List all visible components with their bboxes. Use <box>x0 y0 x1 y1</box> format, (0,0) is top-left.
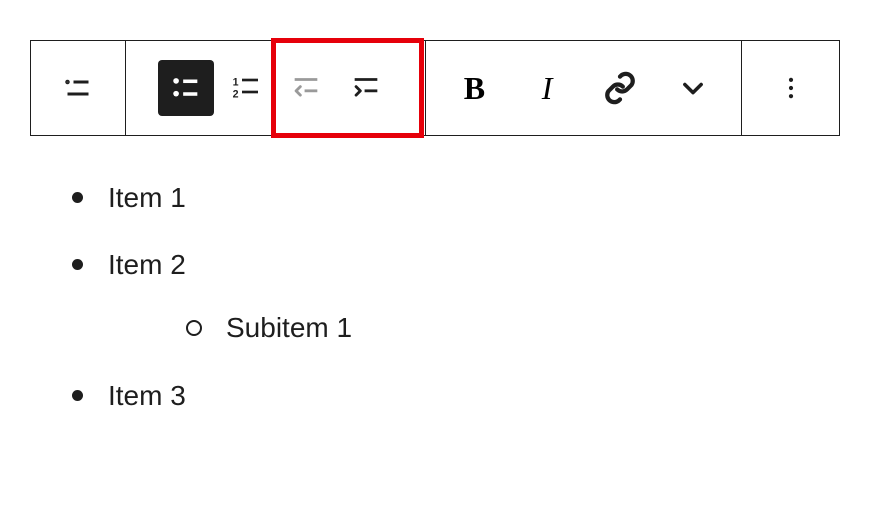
bulleted-list: Item 1 Item 2 Subitem 1 Item 3 <box>66 178 854 415</box>
more-rich-text-button[interactable] <box>665 60 721 116</box>
unordered-list-button[interactable] <box>158 60 214 116</box>
more-vertical-icon <box>777 74 805 102</box>
toolbar-group-list-controls: 1 2 <box>126 41 426 135</box>
outdent-button[interactable] <box>278 60 334 116</box>
list-item-text: Item 1 <box>108 182 186 213</box>
options-button[interactable] <box>763 60 819 116</box>
toolbar-group-options <box>742 41 839 135</box>
bold-button[interactable]: B <box>446 60 502 116</box>
chevron-down-icon <box>679 74 707 102</box>
outdent-icon <box>289 71 323 105</box>
svg-text:1: 1 <box>232 76 238 88</box>
bold-icon: B <box>464 70 485 107</box>
link-button[interactable] <box>592 60 648 116</box>
list-block-icon <box>60 70 96 106</box>
toolbar-group-formatting: B I <box>426 41 742 135</box>
list-item[interactable]: Item 2 Subitem 1 <box>66 245 854 347</box>
link-icon <box>603 71 637 105</box>
indent-icon <box>349 71 383 105</box>
list-item[interactable]: Subitem 1 <box>108 308 854 347</box>
indent-button[interactable] <box>338 60 394 116</box>
bullet-list-icon <box>169 71 203 105</box>
list-item[interactable]: Item 3 <box>66 376 854 415</box>
list-block-content[interactable]: Item 1 Item 2 Subitem 1 Item 3 <box>30 178 854 415</box>
toolbar-group-block-type <box>31 41 126 135</box>
ordered-list-button[interactable]: 1 2 <box>218 60 274 116</box>
list-item-text: Subitem 1 <box>226 312 352 343</box>
italic-icon: I <box>542 70 553 107</box>
list-item[interactable]: Item 1 <box>66 178 854 217</box>
numbered-list-icon: 1 2 <box>230 72 262 104</box>
nested-list: Subitem 1 <box>108 308 854 347</box>
italic-button[interactable]: I <box>519 60 575 116</box>
block-type-button[interactable] <box>50 60 106 116</box>
list-item-text: Item 3 <box>108 380 186 411</box>
svg-text:2: 2 <box>232 88 238 100</box>
list-item-text: Item 2 <box>108 249 186 280</box>
block-toolbar: 1 2 B I <box>30 40 840 136</box>
